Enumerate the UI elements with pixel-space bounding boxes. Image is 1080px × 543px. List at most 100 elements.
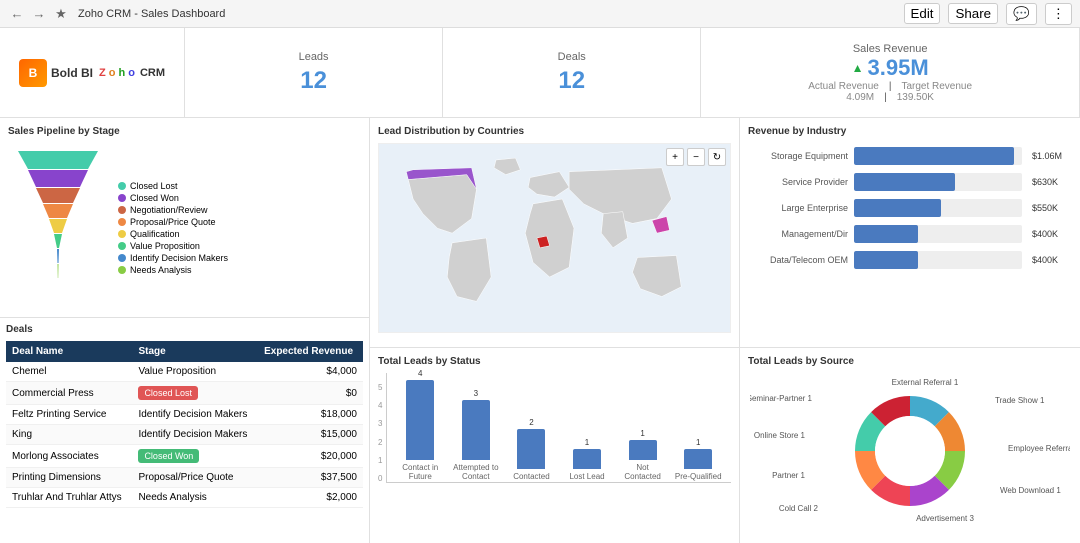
bar-fill	[854, 147, 1014, 165]
revenue-industry-section: Revenue by Industry Storage Equipment $1…	[740, 118, 1080, 348]
bar-track	[854, 199, 1022, 217]
legend-label: Qualification	[130, 229, 180, 239]
bar-track	[854, 173, 1022, 191]
svg-text:External Referral 1: External Referral 1	[892, 378, 959, 387]
bar-label: Large Enterprise	[748, 203, 848, 213]
bar-group: 1 Lost Lead	[562, 438, 612, 482]
funnel-legend: Closed Lost Closed Won Negotiation/Revie…	[118, 143, 248, 313]
status-bar	[684, 449, 712, 469]
more-button[interactable]: ⋮	[1045, 3, 1072, 25]
funnel-chart: 33.33% 16.67% 8.33% 6.33% 8.33% 8.33% 8.…	[8, 143, 108, 313]
comment-button[interactable]: 💬	[1006, 3, 1037, 25]
legend-color	[118, 194, 126, 202]
bars-container: 4 Contact in Future 3 Attempted to Conta…	[386, 373, 731, 483]
legend-color	[118, 254, 126, 262]
col-revenue: Expected Revenue	[258, 341, 363, 362]
revenue-values: 4.09M | 139.50K	[846, 92, 934, 103]
y-label: 5	[378, 383, 382, 392]
funnel-container: 33.33% 16.67% 8.33% 6.33% 8.33% 8.33% 8.…	[8, 143, 361, 313]
bar-h-chart: Storage Equipment $1.06M Service Provide…	[748, 143, 1072, 273]
bar-label: Contacted	[513, 472, 549, 482]
bar-value: 1	[640, 429, 644, 438]
status-bar	[629, 440, 657, 460]
bar-group: 2 Contacted	[507, 418, 557, 482]
boldbi-text: Bold BI	[51, 66, 93, 80]
status-bar	[517, 429, 545, 469]
stage-cell: Identify Decision Makers	[132, 405, 258, 425]
stage-cell: Value Proposition	[132, 362, 258, 382]
share-button[interactable]: Share	[948, 3, 998, 24]
deal-name: Printing Dimensions	[6, 468, 132, 488]
col-deal-name: Deal Name	[6, 341, 132, 362]
bar-value: $400K	[1032, 229, 1072, 239]
revenue-industry-title: Revenue by Industry	[748, 126, 1072, 137]
donut-svg: External Referral 1 Trade Show 1 Employe…	[750, 373, 1070, 528]
legend-label: Proposal/Price Quote	[130, 217, 216, 227]
legend-item: Proposal/Price Quote	[118, 217, 248, 227]
bar-label: Not Contacted	[618, 463, 668, 482]
leads-status-section: Total Leads by Status 5 4 3 2 1 0 4 Cont…	[370, 348, 739, 543]
edit-button[interactable]: Edit	[904, 3, 941, 24]
bar-label: Service Provider	[748, 177, 848, 187]
svg-text:Employee Referral 1: Employee Referral 1	[1008, 444, 1070, 453]
deals-section: Deals Deal Name Stage Expected Revenue C…	[0, 318, 369, 543]
bar-group: 3 Attempted to Contact	[451, 389, 501, 482]
deal-revenue: $20,000	[258, 445, 363, 468]
svg-text:Online Store 1: Online Store 1	[754, 431, 806, 440]
y-axis: 5 4 3 2 1 0	[378, 383, 386, 483]
y-label: 1	[378, 456, 382, 465]
legend-item: Closed Lost	[118, 181, 248, 191]
logo-area: B Bold BI Zoho CRM	[0, 28, 185, 117]
revenue-bar-row: Data/Telecom OEM $400K	[748, 251, 1072, 269]
stage-badge: Closed Won	[138, 449, 199, 463]
kpi-row: B Bold BI Zoho CRM Leads 12 Deals 12 Sal…	[0, 28, 1080, 118]
svg-text:Advertisement 3: Advertisement 3	[916, 514, 974, 523]
bar-value: $400K	[1032, 255, 1072, 265]
actual-label: Actual Revenue	[808, 81, 879, 92]
legend-item: Negotiation/Review	[118, 205, 248, 215]
back-button[interactable]: ←	[8, 5, 26, 23]
legend-item: Qualification	[118, 229, 248, 239]
funnel-title: Sales Pipeline by Stage	[8, 126, 361, 137]
svg-text:Trade Show 1: Trade Show 1	[995, 396, 1045, 405]
deals-kpi: Deals 12	[443, 28, 701, 117]
leads-kpi: Leads 12	[185, 28, 443, 117]
legend-color	[118, 266, 126, 274]
forward-button[interactable]: →	[30, 5, 48, 23]
bar-value: 1	[585, 438, 589, 447]
zoom-fit-button[interactable]: ↻	[708, 148, 726, 166]
legend-color	[118, 206, 126, 214]
boldbi-logo: B Bold BI	[19, 59, 93, 87]
revenue-label: Sales Revenue	[853, 43, 928, 55]
deals-value: 12	[558, 67, 585, 95]
bar-label: Data/Telecom OEM	[748, 255, 848, 265]
legend-label: Closed Lost	[130, 181, 178, 191]
target-value: 139.50K	[897, 92, 934, 103]
zoom-out-button[interactable]: −	[687, 148, 705, 166]
stage-cell: Identify Decision Makers	[132, 425, 258, 445]
bar-group: 1 Not Contacted	[618, 429, 668, 482]
bar-track	[854, 147, 1022, 165]
deal-name: King	[6, 425, 132, 445]
deals-title: Deals	[6, 324, 363, 335]
bar-fill	[854, 251, 918, 269]
bar-label: Contact in Future	[395, 463, 445, 482]
map-section: Lead Distribution by Countries + − ↻	[370, 118, 739, 348]
bar-track	[854, 251, 1022, 269]
legend-label: Value Proposition	[130, 241, 200, 251]
legend-item: Closed Won	[118, 193, 248, 203]
leads-value: 12	[300, 67, 327, 95]
zoom-in-button[interactable]: +	[666, 148, 684, 166]
stage-badge: Closed Lost	[138, 386, 198, 400]
map-toolbar: + − ↻	[666, 148, 726, 166]
status-bar	[406, 380, 434, 460]
revenue-bar-row: Storage Equipment $1.06M	[748, 147, 1072, 165]
y-label: 4	[378, 401, 382, 410]
revenue-kpi: Sales Revenue ▲ 3.95M Actual Revenue | T…	[701, 28, 1080, 117]
deal-name: Morlong Associates	[6, 445, 132, 468]
bar-label: Storage Equipment	[748, 151, 848, 161]
status-bar	[573, 449, 601, 469]
bar-fill	[854, 225, 918, 243]
bar-value: $1.06M	[1032, 151, 1072, 161]
star-button[interactable]: ★	[52, 5, 70, 23]
